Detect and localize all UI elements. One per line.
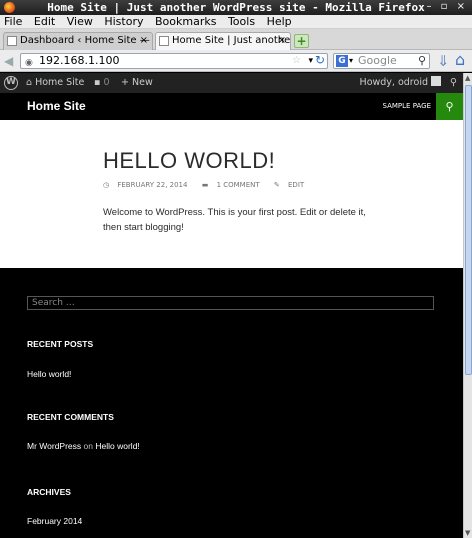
post-meta: ◷ FEBRUARY 22, 2014 ▬ 1 COMMENT ✎ EDIT — [103, 181, 316, 189]
recent-comments-title: RECENT COMMENTS — [27, 412, 114, 422]
post-body: Welcome to WordPress. This is your first… — [103, 207, 366, 233]
recent-post-link[interactable]: Hello world! — [27, 369, 71, 379]
menu-view[interactable]: View — [67, 15, 93, 29]
url-dropdown-icon[interactable]: ▾ — [308, 54, 313, 68]
comment-post-link[interactable]: Hello world! — [95, 441, 139, 451]
page-viewport: W ⌂ Home Site ▪ 0 + New Howdy, odroid ⚲ … — [0, 73, 463, 538]
tab-label: Home Site | Just another Wor... — [172, 35, 291, 46]
menu-bookmarks[interactable]: Bookmarks — [155, 15, 216, 29]
scroll-up-icon[interactable]: ▲ — [465, 74, 470, 82]
url-bar[interactable]: ◉ 192.168.1.100 ☆ ▾ ↻ — [20, 53, 328, 69]
admin-account-link[interactable]: Howdy, odroid — [360, 73, 441, 93]
home-icon: ⌂ — [26, 77, 33, 88]
site-header: Home Site SAMPLE PAGE ⚲ — [0, 93, 463, 120]
clock-icon: ◷ — [103, 181, 110, 189]
tab-bar: Dashboard ‹ Home Site — W... × Home Site… — [0, 29, 472, 50]
search-bar[interactable]: G ▾ Google ⚲ — [333, 53, 430, 69]
archives-title: ARCHIVES — [27, 487, 71, 497]
post-date[interactable]: ◷ FEBRUARY 22, 2014 — [103, 181, 193, 189]
post-title[interactable]: HELLO WORLD! — [103, 148, 275, 174]
download-icon[interactable]: ⇓ — [437, 53, 450, 69]
menu-bar: File Edit View History Bookmarks Tools H… — [0, 15, 472, 29]
admin-new-link[interactable]: + New — [121, 73, 153, 93]
reload-icon[interactable]: ↻ — [315, 53, 325, 67]
page-favicon-icon — [159, 36, 169, 46]
footer-widgets: Search … RECENT POSTS Hello world! RECEN… — [0, 268, 463, 538]
post-comments-link[interactable]: ▬ 1 COMMENT — [202, 181, 266, 189]
engine-dropdown-icon[interactable]: ▾ — [349, 54, 353, 68]
site-title[interactable]: Home Site — [27, 93, 86, 120]
page-favicon-icon — [7, 36, 17, 46]
search-placeholder: Google — [358, 54, 397, 67]
vertical-scrollbar[interactable]: ▲ ▼ — [463, 73, 472, 538]
post-edit-text: EDIT — [288, 181, 305, 189]
window-controls[interactable]: – ▫ × — [426, 1, 468, 12]
search-icon: ⚲ — [445, 100, 454, 113]
post-article: HELLO WORLD! ◷ FEBRUARY 22, 2014 ▬ 1 COM… — [0, 120, 463, 268]
window-title: Home Site | Just another WordPress site … — [47, 1, 425, 14]
globe-icon: ◉ — [25, 58, 33, 68]
admin-comments-link[interactable]: ▪ 0 — [94, 73, 110, 93]
navigation-toolbar: ◀ ◉ 192.168.1.100 ☆ ▾ ↻ G ▾ Google ⚲ ⇓ ⌂ — [0, 50, 472, 72]
window-titlebar: Home Site | Just another WordPress site … — [0, 0, 472, 15]
archive-link[interactable]: February 2014 — [27, 516, 82, 526]
scrollbar-thumb[interactable] — [465, 85, 472, 375]
pencil-icon: ✎ — [273, 181, 280, 189]
new-label: New — [132, 77, 153, 88]
menu-file[interactable]: File — [4, 15, 22, 29]
howdy-text: Howdy, odroid — [359, 77, 428, 88]
avatar — [431, 76, 441, 86]
post-comments-text: 1 COMMENT — [216, 181, 260, 189]
post-date-text: FEBRUARY 22, 2014 — [117, 181, 188, 189]
post-edit-link[interactable]: ✎ EDIT — [274, 181, 310, 189]
menu-edit[interactable]: Edit — [34, 15, 55, 29]
admin-search-icon[interactable]: ⚲ — [450, 73, 457, 93]
search-icon[interactable]: ⚲ — [418, 54, 426, 68]
back-button[interactable]: ◀ — [4, 54, 18, 68]
plus-icon: + — [121, 77, 129, 88]
menu-history[interactable]: History — [104, 15, 143, 29]
bookmark-star-icon[interactable]: ☆ — [292, 54, 301, 68]
tab-dashboard[interactable]: Dashboard ‹ Home Site — W... × — [3, 32, 153, 50]
menu-tools[interactable]: Tools — [228, 15, 255, 29]
nav-sample-page[interactable]: SAMPLE PAGE — [383, 93, 431, 120]
comment-bubble-icon: ▬ — [201, 181, 209, 189]
search-toggle-button[interactable]: ⚲ — [436, 93, 463, 120]
wordpress-logo-icon[interactable]: W — [4, 76, 18, 90]
new-tab-button[interactable]: + — [294, 34, 309, 48]
tab-close-icon[interactable]: × — [278, 35, 286, 46]
google-engine-icon[interactable]: G — [336, 55, 348, 67]
url-text: 192.168.1.100 — [39, 54, 120, 67]
admin-site-name: Home Site — [35, 77, 85, 88]
comment-on-text: on — [83, 441, 93, 451]
footer-search-input[interactable]: Search … — [27, 296, 434, 310]
tab-label: Dashboard ‹ Home Site — W... — [20, 35, 152, 46]
comments-count: 0 — [103, 77, 110, 88]
tab-home-site[interactable]: Home Site | Just another Wor... × — [155, 32, 291, 50]
menu-help[interactable]: Help — [267, 15, 292, 29]
comment-bubble-icon: ▪ — [94, 77, 101, 88]
wp-admin-bar: W ⌂ Home Site ▪ 0 + New Howdy, odroid ⚲ — [0, 73, 463, 93]
tab-close-icon[interactable]: × — [140, 35, 148, 46]
recent-comment-item: Mr WordPress on Hello world! — [27, 441, 140, 451]
comment-author-link[interactable]: Mr WordPress — [27, 441, 81, 451]
scroll-down-icon[interactable]: ▼ — [465, 529, 470, 537]
admin-site-link[interactable]: ⌂ Home Site — [26, 73, 84, 93]
recent-posts-title: RECENT POSTS — [27, 339, 94, 349]
home-icon[interactable]: ⌂ — [455, 52, 465, 68]
